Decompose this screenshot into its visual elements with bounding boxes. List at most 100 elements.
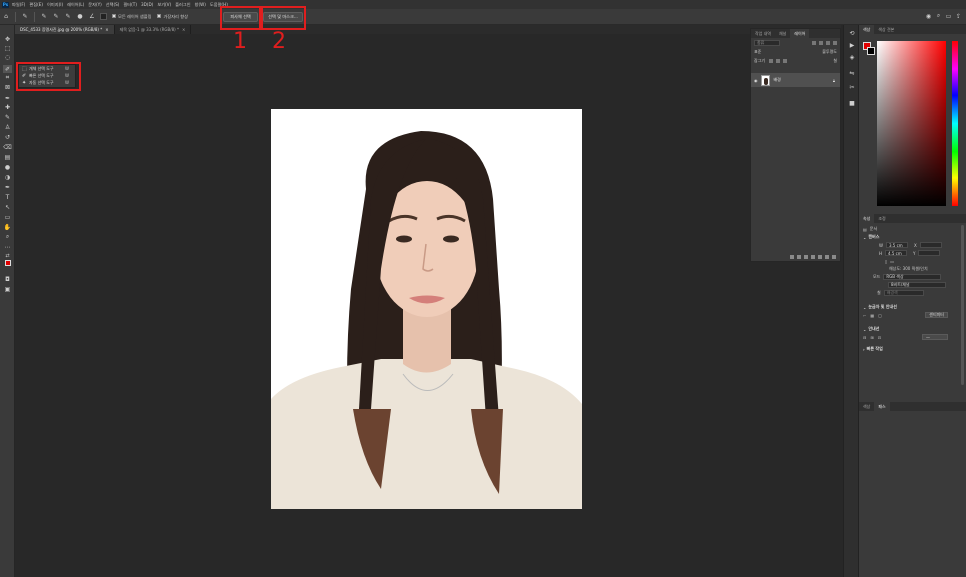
foreground-color-swatch[interactable]: [3, 259, 12, 267]
background-color[interactable]: [867, 47, 875, 55]
menu-file[interactable]: 파일(F): [12, 2, 25, 8]
subtract-selection-icon[interactable]: ✎: [64, 13, 72, 21]
menu-image[interactable]: 이미지(I): [47, 2, 63, 8]
lock-all-icon[interactable]: [783, 58, 788, 63]
layers-icon[interactable]: ◈: [848, 53, 856, 61]
gradient-tool-icon[interactable]: ▤: [3, 153, 12, 161]
eraser-tool-icon[interactable]: ⌫: [3, 143, 12, 151]
menu-filter[interactable]: 필터(T): [123, 2, 137, 8]
account-icon[interactable]: ◉: [925, 12, 932, 20]
close-icon[interactable]: ×: [182, 27, 185, 32]
unit-select[interactable]: 센티미터: [925, 312, 948, 318]
dodge-tool-icon[interactable]: ◑: [3, 173, 12, 181]
brush-angle-field[interactable]: [100, 13, 107, 20]
link-layers-icon[interactable]: [790, 254, 794, 259]
add-mask-icon[interactable]: [804, 254, 808, 259]
blend-mode-select[interactable]: 표준: [754, 49, 761, 55]
zoom-tool-icon[interactable]: ⌕: [3, 233, 12, 241]
color-picker-field[interactable]: [877, 41, 946, 206]
layer-filter-input[interactable]: 종류: [754, 39, 780, 46]
properties-scrollbar[interactable]: [961, 225, 964, 385]
guides-heading[interactable]: ⌄ 안내선: [859, 325, 966, 333]
eye-icon[interactable]: ◉: [754, 78, 758, 83]
fill-select[interactable]: 배경색: [883, 290, 924, 296]
brush-tool-icon[interactable]: ✎: [3, 113, 12, 121]
menu-3d[interactable]: 3D(D): [141, 2, 153, 7]
tab-channels[interactable]: 채널: [775, 31, 790, 37]
menu-edit[interactable]: 편집(E): [29, 2, 43, 8]
document-canvas[interactable]: [271, 109, 582, 509]
brush-angle-icon[interactable]: ∠: [88, 13, 96, 21]
tab-properties[interactable]: 속성: [859, 214, 875, 223]
canvas-heading[interactable]: ⌄ 캔버스: [859, 233, 966, 241]
ruler-icon[interactable]: ⌐: [863, 313, 866, 318]
x-field[interactable]: [919, 242, 942, 248]
tab-paths[interactable]: 패스: [874, 402, 890, 411]
pen-tool-icon[interactable]: ✒: [3, 183, 12, 191]
filter-shape-icon[interactable]: [833, 40, 837, 45]
home-icon[interactable]: ⌂: [2, 13, 10, 21]
menu-layer[interactable]: 레이어(L): [67, 2, 84, 8]
tools-icon[interactable]: ✂: [848, 83, 856, 91]
quick-mask-icon[interactable]: ◘: [3, 275, 12, 283]
layer-row-background[interactable]: ◉ 배경 🔒︎: [751, 73, 840, 87]
type-tool-icon[interactable]: T: [3, 193, 12, 201]
filter-type-icon[interactable]: [826, 40, 830, 45]
height-field[interactable]: 4.5 cm: [885, 250, 908, 256]
hue-slider[interactable]: [952, 41, 958, 206]
lock-pixels-icon[interactable]: [769, 58, 774, 63]
trash-icon[interactable]: [832, 254, 836, 259]
history-brush-icon[interactable]: ↺: [3, 133, 12, 141]
new-selection-icon[interactable]: ✎: [40, 13, 48, 21]
clone-stamp-icon[interactable]: ♙: [3, 123, 12, 131]
fx-icon[interactable]: [797, 254, 801, 259]
hand-tool-icon[interactable]: ✋: [3, 223, 12, 231]
tab-color-bottom[interactable]: 색상: [859, 402, 874, 411]
menu-type[interactable]: 문자(Y): [88, 2, 102, 8]
share-icon[interactable]: ⇪: [955, 12, 962, 20]
healing-brush-icon[interactable]: ✚: [3, 103, 12, 111]
menu-plugins[interactable]: 플러그인: [175, 2, 190, 8]
adjust-icon[interactable]: ⇋: [848, 69, 856, 77]
menu-select[interactable]: 선택(S): [106, 2, 120, 8]
search-icon[interactable]: ⌕: [935, 12, 942, 20]
filter-adjust-icon[interactable]: [819, 40, 823, 45]
new-layer-icon[interactable]: [825, 254, 829, 259]
quick-selection-tool-icon[interactable]: ✐: [3, 65, 12, 73]
menu-view[interactable]: 보기(V): [157, 2, 171, 8]
guide-lock-icon[interactable]: ⊡: [878, 335, 881, 340]
frame-tool-icon[interactable]: ⊠: [3, 83, 12, 91]
rulers-heading[interactable]: ⌄ 눈금자 및 안내선: [859, 303, 966, 311]
sample-all-checkbox[interactable]: [112, 13, 116, 18]
more-tools-icon[interactable]: ⋯: [3, 243, 12, 251]
tab-adjustments[interactable]: 조정: [874, 214, 889, 223]
path-selection-icon[interactable]: ↖: [3, 203, 12, 211]
history-icon[interactable]: ⟲: [848, 29, 856, 37]
depth-select[interactable]: 8비트/채널: [888, 282, 946, 288]
play-icon[interactable]: ▶: [848, 41, 856, 49]
screen-mode-icon[interactable]: ▣: [3, 285, 12, 293]
blur-tool-icon[interactable]: ●: [3, 163, 12, 171]
move-tool-icon[interactable]: ✥: [3, 35, 12, 43]
tab-color[interactable]: 색상: [859, 25, 875, 34]
mode-select[interactable]: RGB 색상: [883, 274, 942, 280]
width-field[interactable]: 3.5 cm: [885, 242, 908, 248]
cube-icon[interactable]: ■: [848, 99, 856, 107]
adjustment-layer-icon[interactable]: [811, 254, 815, 259]
guides-icon[interactable]: ▢: [878, 313, 882, 318]
rectangle-tool-icon[interactable]: ▭: [3, 213, 12, 221]
landscape-icon[interactable]: ▭: [890, 259, 894, 264]
guide-style-select[interactable]: —: [922, 334, 948, 340]
enhance-edge-checkbox[interactable]: [157, 13, 162, 18]
menu-window[interactable]: 창(W): [195, 2, 206, 8]
workspace-icon[interactable]: ▭: [945, 12, 952, 20]
new-group-icon[interactable]: [818, 254, 822, 259]
grid-icon[interactable]: ▦: [870, 313, 874, 318]
tab-document-1[interactable]: DSC_4533 증명사진.jpg @ 200% (RGB/8) * ×: [15, 25, 115, 34]
eyedropper-tool-icon[interactable]: ✒: [3, 94, 12, 102]
tab-history[interactable]: 작업 내역: [751, 31, 775, 37]
tab-swatches[interactable]: 색상 견본: [874, 25, 898, 34]
y-field[interactable]: [918, 250, 941, 256]
tool-preset-icon[interactable]: ✎: [21, 13, 29, 21]
marquee-tool-icon[interactable]: ⬚: [3, 44, 12, 52]
